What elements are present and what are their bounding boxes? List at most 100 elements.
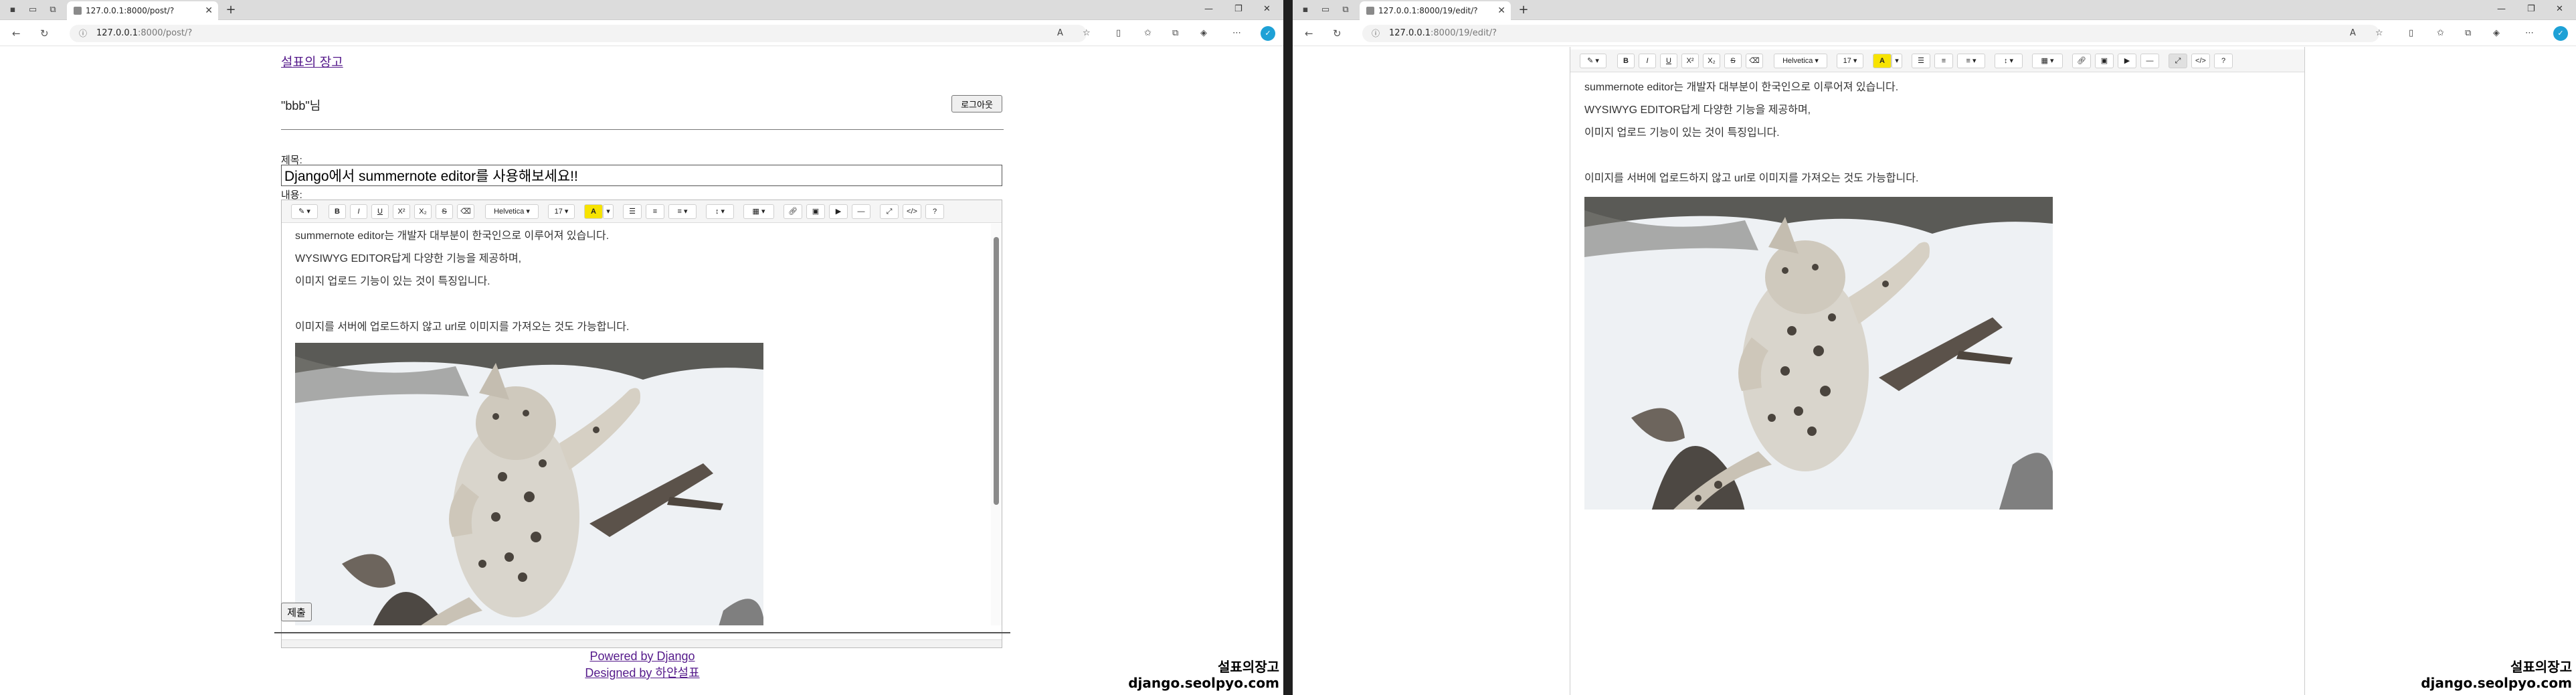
unordered-list-icon[interactable]: ☰ — [623, 204, 642, 219]
read-aloud-icon[interactable]: A — [2350, 28, 2356, 38]
help-icon[interactable]: ? — [925, 204, 944, 219]
link-icon[interactable]: 🔗︎ — [784, 204, 802, 219]
favorites-icon[interactable]: ✩ — [2437, 28, 2444, 38]
line-height-icon[interactable]: ↕ ▾ — [1995, 54, 2023, 68]
underline-icon[interactable]: U — [371, 204, 389, 219]
designed-by-link[interactable]: Designed by 하얀설표 — [585, 666, 699, 680]
eraser-icon[interactable]: ⌫ — [457, 204, 474, 219]
browser-menu-icon[interactable]: ▪ — [7, 5, 19, 15]
help-icon[interactable]: ? — [2214, 54, 2233, 68]
profile-icon[interactable]: ✓ — [2553, 26, 2568, 41]
ordered-list-icon[interactable]: ≡ — [646, 204, 664, 219]
table-icon[interactable]: ▦ ▾ — [743, 204, 774, 219]
extensions-icon[interactable]: ◈ — [2493, 28, 2500, 38]
snow-leopard-image[interactable] — [295, 343, 763, 625]
more-menu-icon[interactable]: ⋯ — [1232, 28, 1241, 38]
submit-button[interactable]: 제출 — [281, 603, 312, 621]
superscript-icon[interactable]: X² — [393, 204, 410, 219]
editor-scrollbar-thumb[interactable] — [994, 237, 999, 505]
refresh-icon[interactable]: ↻ — [1333, 27, 1342, 40]
active-tab[interactable]: 127.0.0.1:8000/post/? ✕ — [67, 1, 218, 20]
eraser-icon[interactable]: ⌫ — [1746, 54, 1763, 68]
close-window-icon[interactable]: ✕ — [2556, 4, 2563, 14]
code-view-icon[interactable]: </> — [2191, 54, 2210, 68]
subscript-icon[interactable]: X₂ — [1703, 54, 1720, 68]
picture-icon[interactable]: ▣ — [2095, 54, 2114, 68]
site-info-icon[interactable]: ⓘ — [79, 25, 87, 42]
bold-icon[interactable]: B — [1617, 54, 1635, 68]
back-arrow-icon[interactable]: ← — [1305, 27, 1313, 40]
collections-icon[interactable]: ⧉ — [2465, 28, 2471, 38]
logout-button[interactable]: 로그아웃 — [951, 95, 1002, 112]
tab-actions-icon[interactable]: ⧉ — [47, 5, 59, 15]
address-bar[interactable]: ⓘ 127.0.0.1:8000/19/edit/? — [1362, 25, 2379, 42]
new-tab-button[interactable]: + — [223, 3, 238, 17]
font-family-dropdown[interactable]: Helvetica ▾ — [485, 204, 539, 219]
workspaces-icon[interactable]: ▭ — [27, 5, 39, 15]
close-tab-icon[interactable]: ✕ — [1497, 1, 1505, 20]
picture-icon[interactable]: ▣ — [806, 204, 825, 219]
refresh-icon[interactable]: ↻ — [40, 27, 49, 40]
horizontal-rule-icon[interactable]: — — [2140, 54, 2159, 68]
color-icon[interactable]: A — [1873, 54, 1892, 68]
bold-icon[interactable]: B — [329, 204, 346, 219]
link-icon[interactable]: 🔗︎ — [2072, 54, 2091, 68]
back-arrow-icon[interactable]: ← — [12, 27, 21, 40]
video-icon[interactable]: ▶ — [2118, 54, 2136, 68]
paragraph-align-icon[interactable]: ≡ ▾ — [1957, 54, 1985, 68]
browser-menu-icon[interactable]: ▪ — [1299, 5, 1311, 15]
favorites-icon[interactable]: ✩ — [1144, 28, 1152, 38]
unordered-list-icon[interactable]: ☰ — [1912, 54, 1930, 68]
site-info-icon[interactable]: ⓘ — [1372, 25, 1380, 42]
video-icon[interactable]: ▶ — [829, 204, 848, 219]
underline-icon[interactable]: U — [1660, 54, 1677, 68]
italic-icon[interactable]: I — [350, 204, 367, 219]
restore-icon[interactable]: ❐ — [2527, 4, 2535, 14]
title-input[interactable] — [281, 165, 1002, 186]
close-tab-icon[interactable]: ✕ — [205, 1, 213, 20]
style-dropdown-icon[interactable]: ✎ ▾ — [1580, 54, 1606, 68]
collections-icon[interactable]: ⧉ — [1172, 28, 1178, 38]
split-screen-icon[interactable]: ▯ — [1116, 28, 1121, 38]
editor-text[interactable]: summernote editor는 개발자 대부분이 한국인으로 이루어져 있… — [1584, 76, 1918, 190]
subscript-icon[interactable]: X₂ — [414, 204, 432, 219]
extensions-icon[interactable]: ◈ — [1200, 28, 1207, 38]
color-dropdown-icon[interactable]: ▾ — [1892, 54, 1902, 68]
minimize-icon[interactable]: — — [2497, 4, 2506, 14]
profile-icon[interactable]: ✓ — [1261, 26, 1275, 41]
new-tab-button[interactable]: + — [1516, 3, 1531, 17]
restore-icon[interactable]: ❐ — [1234, 4, 1243, 14]
color-dropdown-icon[interactable]: ▾ — [603, 204, 614, 219]
address-bar[interactable]: ⓘ 127.0.0.1:8000/post/? — [70, 25, 1087, 42]
workspaces-icon[interactable]: ▭ — [1319, 5, 1331, 15]
minimize-icon[interactable]: — — [1204, 4, 1213, 14]
font-size-dropdown[interactable]: 17 ▾ — [1837, 54, 1863, 68]
editor-scrollbar[interactable] — [991, 224, 1002, 625]
powered-by-link[interactable]: Powered by Django — [589, 649, 695, 663]
favorite-star-icon[interactable]: ☆ — [1083, 28, 1091, 38]
tab-actions-icon[interactable]: ⧉ — [1340, 5, 1352, 15]
strikethrough-icon[interactable]: S — [436, 204, 453, 219]
close-window-icon[interactable]: ✕ — [1263, 4, 1271, 14]
font-size-dropdown[interactable]: 17 ▾ — [548, 204, 575, 219]
fullscreen-icon[interactable]: ⤢ — [880, 204, 899, 219]
color-icon[interactable]: A — [584, 204, 603, 219]
code-view-icon[interactable]: </> — [903, 204, 921, 219]
active-tab[interactable]: 127.0.0.1:8000/19/edit/? ✕ — [1360, 1, 1511, 20]
site-title[interactable]: 설표의 장고 — [281, 56, 343, 70]
strikethrough-icon[interactable]: S — [1724, 54, 1742, 68]
read-aloud-icon[interactable]: A — [1057, 28, 1063, 38]
line-height-icon[interactable]: ↕ ▾ — [706, 204, 734, 219]
split-screen-icon[interactable]: ▯ — [2409, 28, 2413, 38]
editor-resize-bar[interactable] — [282, 639, 1002, 647]
superscript-icon[interactable]: X² — [1681, 54, 1699, 68]
fullscreen-icon[interactable]: ⤢ — [2169, 54, 2187, 68]
ordered-list-icon[interactable]: ≡ — [1934, 54, 1953, 68]
snow-leopard-image[interactable] — [1584, 197, 2053, 510]
editor-content[interactable]: summernote editor는 개발자 대부분이 한국인으로 이루어져 있… — [282, 224, 991, 625]
table-icon[interactable]: ▦ ▾ — [2032, 54, 2063, 68]
italic-icon[interactable]: I — [1639, 54, 1656, 68]
horizontal-rule-icon[interactable]: — — [852, 204, 870, 219]
style-dropdown-icon[interactable]: ✎ ▾ — [291, 204, 318, 219]
more-menu-icon[interactable]: ⋯ — [2525, 28, 2534, 38]
